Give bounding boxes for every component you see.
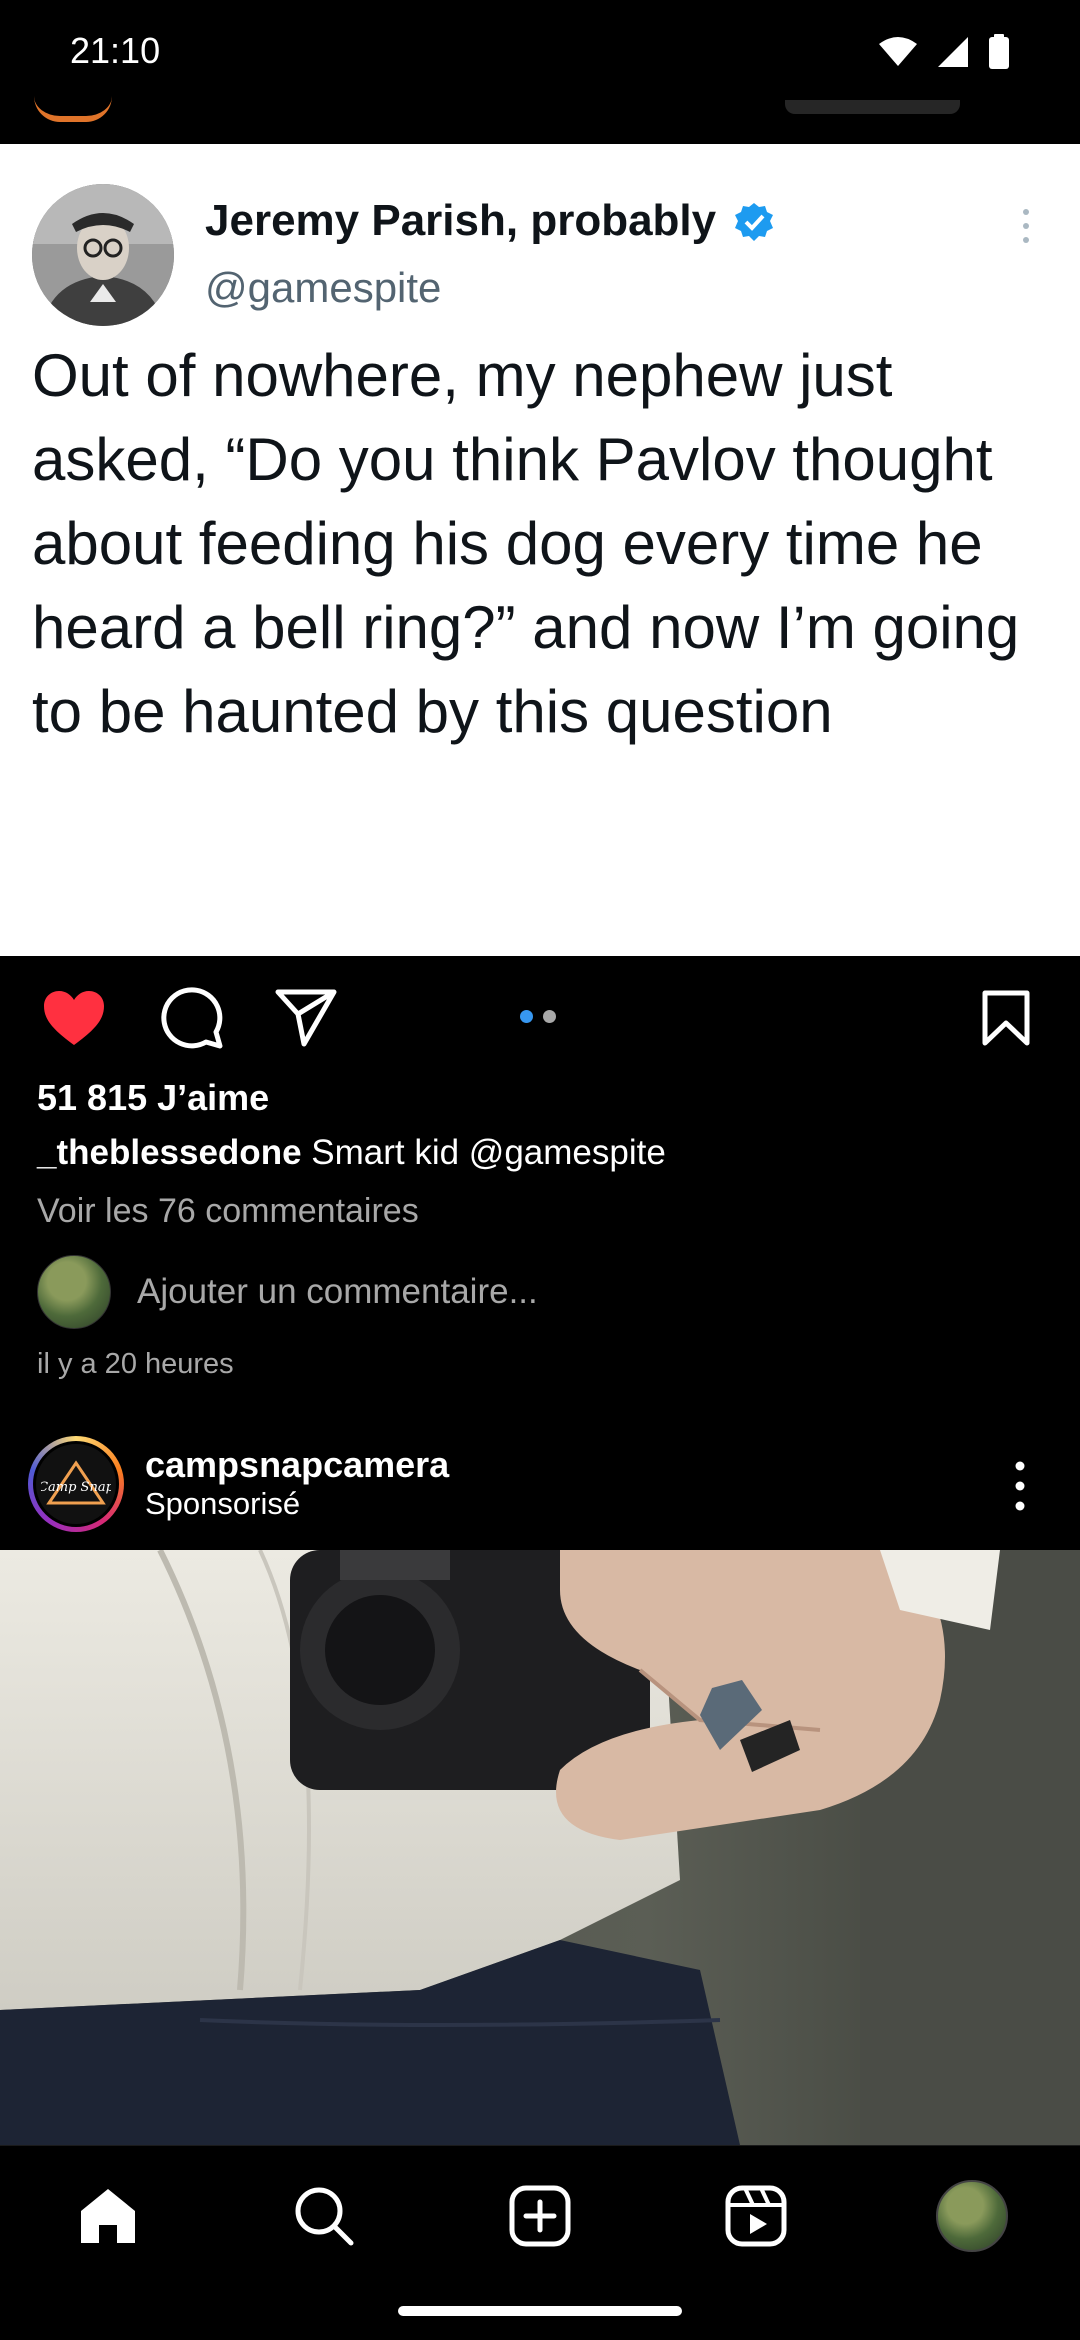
- battery-icon: [989, 34, 1009, 69]
- sponsor-avatar[interactable]: Camp Snap: [28, 1436, 124, 1532]
- sponsor-logo: Camp Snap: [33, 1441, 119, 1527]
- save-button[interactable]: [972, 984, 1040, 1052]
- likes-count[interactable]: 51 815 J’aime: [37, 1077, 269, 1119]
- profile-avatar: [936, 2180, 1008, 2252]
- tweet-author-avatar: [32, 184, 174, 326]
- sponsored-post-header: Camp Snap campsnapcamera Sponsorisé: [0, 1428, 1080, 1550]
- tweet-author-handle: @gamespite: [205, 264, 442, 311]
- post-timestamp: il y a 20 heures: [37, 1348, 234, 1380]
- create-icon: [509, 2185, 571, 2247]
- previous-post-button-edge: [785, 100, 960, 114]
- my-avatar: [37, 1255, 111, 1329]
- nav-home[interactable]: [68, 2176, 148, 2256]
- post-caption: _theblessedone Smart kid @gamespite: [37, 1133, 666, 1173]
- verified-badge-icon: [735, 203, 773, 241]
- carousel-dot: [543, 1010, 556, 1023]
- status-bar: 21:10: [0, 0, 1080, 108]
- tweet-text: Out of nowhere, my nephew just asked, “D…: [32, 342, 1020, 745]
- nav-search[interactable]: [284, 2176, 364, 2256]
- wifi-icon: [879, 37, 917, 66]
- sponsor-logo-text: Camp Snap: [41, 1480, 111, 1495]
- tweet-author-name: Jeremy Parish, probably: [205, 196, 717, 245]
- tweet-more-icon: [1023, 209, 1029, 243]
- nav-create[interactable]: [500, 2176, 580, 2256]
- sponsored-post-image[interactable]: [0, 1550, 1080, 2145]
- post-actions-row: [0, 956, 1080, 1076]
- sponsored-label: Sponsorisé: [145, 1486, 301, 1521]
- home-indicator[interactable]: [398, 2306, 682, 2316]
- post-image-tweet[interactable]: Jeremy Parish, probably @gamespite Out o…: [0, 144, 1080, 956]
- bottom-navigation: [0, 2145, 1080, 2340]
- carousel-dot-active: [520, 1010, 533, 1023]
- status-time: 21:10: [70, 30, 161, 71]
- add-comment-row[interactable]: Ajouter un commentaire...: [37, 1255, 538, 1329]
- send-icon: [275, 989, 337, 1047]
- nav-profile[interactable]: [932, 2176, 1012, 2256]
- more-options-icon[interactable]: [1006, 1456, 1034, 1516]
- carousel-indicator: [520, 1010, 556, 1023]
- share-button[interactable]: [272, 984, 340, 1052]
- caption-username[interactable]: _theblessedone: [37, 1133, 302, 1172]
- add-comment-input[interactable]: Ajouter un commentaire...: [137, 1272, 538, 1312]
- nav-reels[interactable]: [716, 2176, 796, 2256]
- comment-button[interactable]: [158, 984, 226, 1052]
- heart-filled-icon: [44, 991, 104, 1045]
- sponsor-username[interactable]: campsnapcamera: [145, 1444, 449, 1486]
- home-icon: [81, 2189, 135, 2243]
- status-icons: [878, 34, 1010, 70]
- signal-icon: [938, 37, 968, 67]
- reels-icon: [725, 2185, 787, 2247]
- caption-text: Smart kid @gamespite: [301, 1133, 666, 1172]
- view-comments-link[interactable]: Voir les 76 commentaires: [37, 1192, 419, 1231]
- bookmark-icon: [982, 990, 1030, 1046]
- comment-icon: [161, 987, 223, 1049]
- search-icon: [295, 2187, 354, 2246]
- like-button[interactable]: [40, 984, 108, 1052]
